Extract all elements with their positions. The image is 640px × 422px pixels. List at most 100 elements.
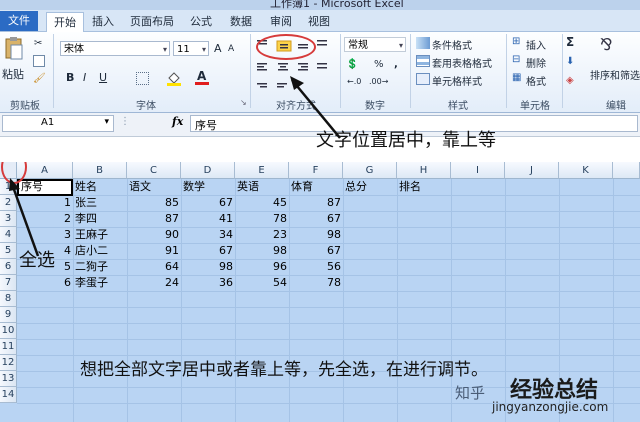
- row-header-10[interactable]: 10: [0, 323, 17, 339]
- worksheet-grid[interactable]: A B C D E F G H I J K 1 2 3 4 5 6 7 8 9 …: [0, 162, 640, 422]
- conditional-format-button[interactable]: 条件格式: [432, 37, 472, 52]
- cell-g1[interactable]: 总分: [345, 179, 367, 195]
- dialog-launcher-icon[interactable]: ↘: [240, 98, 247, 107]
- row-header-11[interactable]: 11: [0, 339, 17, 355]
- bold-button[interactable]: B: [66, 71, 74, 84]
- font-size-select[interactable]: 11 ▾: [173, 41, 209, 56]
- percent-button[interactable]: %: [374, 59, 384, 70]
- tab-home[interactable]: 开始: [46, 12, 84, 32]
- clear-icon[interactable]: ◈: [566, 75, 574, 86]
- column-header-c[interactable]: C: [127, 162, 181, 179]
- cell-h1[interactable]: 排名: [399, 179, 421, 195]
- cell-d1[interactable]: 数学: [183, 179, 205, 195]
- grid-line: [343, 179, 344, 422]
- copy-icon[interactable]: [33, 55, 45, 67]
- format-as-table-button[interactable]: 套用表格格式: [432, 55, 492, 70]
- row-header-8[interactable]: 8: [0, 291, 17, 307]
- tab-file[interactable]: 文件: [0, 11, 38, 31]
- column-header-j[interactable]: J: [505, 162, 559, 179]
- table-cell[interactable]: 李蛋子: [75, 275, 108, 291]
- column-header-h[interactable]: H: [397, 162, 451, 179]
- table-cell[interactable]: 王麻子: [75, 227, 108, 243]
- row-header-9[interactable]: 9: [0, 307, 17, 323]
- number-format-select[interactable]: 常规 ▾: [344, 37, 406, 52]
- italic-button[interactable]: I: [83, 71, 86, 84]
- table-cell[interactable]: 67: [181, 195, 233, 211]
- row-header-13[interactable]: 13: [0, 371, 17, 387]
- table-cell[interactable]: 54: [235, 275, 287, 291]
- table-cell[interactable]: 67: [289, 243, 341, 259]
- comma-button[interactable]: ,: [394, 59, 398, 70]
- column-header-g[interactable]: G: [343, 162, 397, 179]
- tab-formulas[interactable]: 公式: [184, 12, 218, 31]
- underline-button[interactable]: U: [99, 71, 107, 84]
- column-header-b[interactable]: B: [73, 162, 127, 179]
- cell-e1[interactable]: 英语: [237, 179, 259, 195]
- table-cell[interactable]: 98: [181, 259, 233, 275]
- insert-cells-button[interactable]: 插入: [526, 37, 546, 52]
- table-cell[interactable]: 64: [127, 259, 179, 275]
- cell-styles-button[interactable]: 单元格样式: [432, 73, 482, 88]
- table-cell[interactable]: 张三: [75, 195, 97, 211]
- table-cell[interactable]: 85: [127, 195, 179, 211]
- row-header-14[interactable]: 14: [0, 387, 17, 403]
- grow-font-button[interactable]: A: [214, 42, 222, 55]
- table-cell[interactable]: 24: [127, 275, 179, 291]
- fill-color-button[interactable]: [166, 70, 182, 86]
- tab-view[interactable]: 视图: [302, 12, 336, 31]
- font-color-button[interactable]: A: [194, 69, 210, 86]
- table-cell[interactable]: 45: [235, 195, 287, 211]
- cell-b1[interactable]: 姓名: [75, 179, 97, 195]
- table-cell[interactable]: 87: [127, 211, 179, 227]
- cell-c1[interactable]: 语文: [129, 179, 151, 195]
- font-name-select[interactable]: 宋体 ▾: [60, 41, 170, 56]
- border-icon[interactable]: [136, 72, 149, 85]
- name-box[interactable]: A1 ▾: [2, 115, 114, 132]
- table-cell[interactable]: 90: [127, 227, 179, 243]
- table-cell[interactable]: 91: [127, 243, 179, 259]
- row-header-12[interactable]: 12: [0, 355, 17, 371]
- tab-review[interactable]: 审阅: [264, 12, 298, 31]
- insert-function-button[interactable]: fx: [172, 115, 183, 128]
- column-header-d[interactable]: D: [181, 162, 235, 179]
- table-cell[interactable]: 36: [181, 275, 233, 291]
- format-painter-icon[interactable]: 🖌: [33, 73, 46, 84]
- table-cell[interactable]: 98: [235, 243, 287, 259]
- sort-filter-button[interactable]: 排序和筛选: [590, 67, 640, 82]
- tab-insert[interactable]: 插入: [86, 12, 120, 31]
- table-cell[interactable]: 6: [17, 275, 71, 291]
- cut-icon[interactable]: ✂: [34, 38, 42, 49]
- column-header-i[interactable]: I: [451, 162, 505, 179]
- table-cell[interactable]: 96: [235, 259, 287, 275]
- autosum-button[interactable]: Σ: [566, 35, 574, 49]
- column-header-f[interactable]: F: [289, 162, 343, 179]
- column-header-e[interactable]: E: [235, 162, 289, 179]
- column-header-k[interactable]: K: [559, 162, 613, 179]
- table-cell[interactable]: 二狗子: [75, 259, 108, 275]
- table-cell[interactable]: 78: [235, 211, 287, 227]
- table-cell[interactable]: 67: [181, 243, 233, 259]
- delete-cells-button[interactable]: 删除: [526, 55, 546, 70]
- row-header-6[interactable]: 6: [0, 259, 17, 275]
- currency-icon[interactable]: 💲: [346, 59, 358, 70]
- table-cell[interactable]: 23: [235, 227, 287, 243]
- table-cell[interactable]: 98: [289, 227, 341, 243]
- row-header-7[interactable]: 7: [0, 275, 17, 291]
- table-cell[interactable]: 78: [289, 275, 341, 291]
- table-cell[interactable]: 李四: [75, 211, 97, 227]
- fill-icon[interactable]: ⬇: [566, 56, 574, 67]
- table-cell[interactable]: 87: [289, 195, 341, 211]
- table-cell[interactable]: 56: [289, 259, 341, 275]
- tab-data[interactable]: 数据: [224, 12, 258, 31]
- tab-page-layout[interactable]: 页面布局: [126, 12, 178, 31]
- format-cells-button[interactable]: 格式: [526, 73, 546, 88]
- shrink-font-button[interactable]: A: [228, 44, 234, 54]
- table-cell[interactable]: 67: [289, 211, 341, 227]
- paste-button[interactable]: [4, 36, 24, 62]
- table-cell[interactable]: 34: [181, 227, 233, 243]
- table-cell[interactable]: 41: [181, 211, 233, 227]
- table-cell[interactable]: 店小二: [75, 243, 108, 259]
- cell-f1[interactable]: 体育: [291, 179, 313, 195]
- column-header-l[interactable]: [613, 162, 640, 179]
- decrease-decimal-icon[interactable]: .00→: [369, 77, 388, 86]
